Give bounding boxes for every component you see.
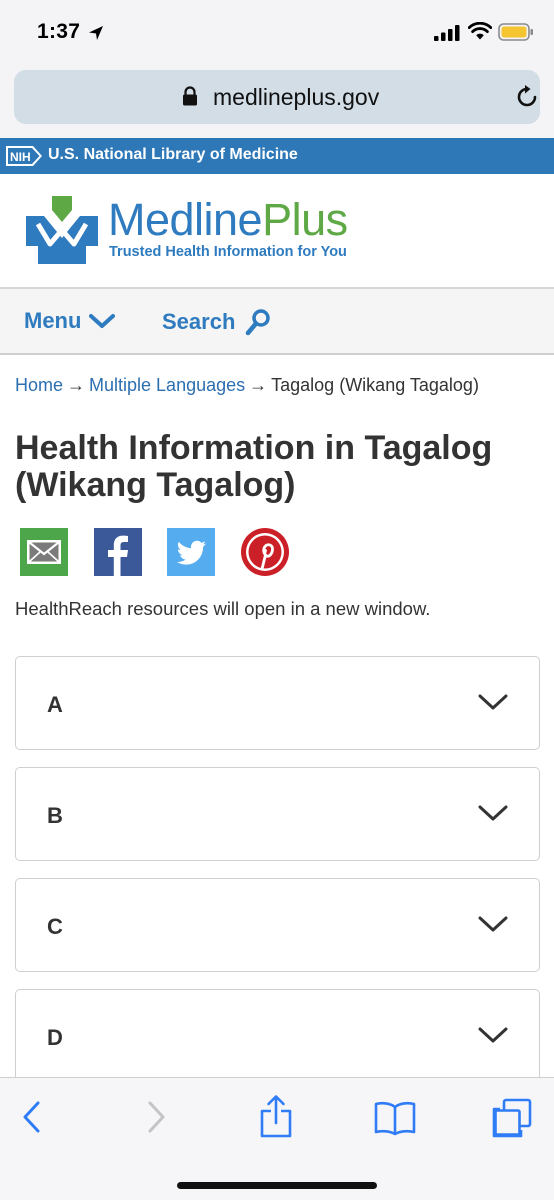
site-name-medline: Medline xyxy=(108,194,263,245)
status-bar: 1:37 xyxy=(0,0,554,64)
status-time: 1:37 xyxy=(37,20,81,43)
chevron-down-icon xyxy=(478,916,508,932)
breadcrumb-separator: → xyxy=(67,375,86,395)
lock-icon xyxy=(183,86,197,106)
url-text: medlineplus.gov xyxy=(213,84,380,110)
breadcrumb-multiple-languages[interactable]: Multiple Languages xyxy=(89,375,245,395)
chevron-down-icon xyxy=(478,805,508,821)
breadcrumb-separator: → xyxy=(249,375,268,395)
medlineplus-logo-icon[interactable] xyxy=(24,194,100,266)
home-indicator[interactable] xyxy=(177,1182,377,1189)
accordion-label: A xyxy=(47,692,63,717)
breadcrumb-home[interactable]: Home xyxy=(15,375,63,395)
breadcrumb: Home → Multiple Languages → Tagalog (Wikang … xyxy=(15,375,479,396)
accordion-item-a[interactable]: A xyxy=(15,656,540,750)
accordion-item-c[interactable]: C xyxy=(15,878,540,972)
site-tagline: Trusted Health Information for You xyxy=(109,244,347,260)
bookmarks-icon[interactable] xyxy=(374,1100,416,1136)
accordion-label: D xyxy=(47,1025,63,1050)
site-header: MedlinePlus Trusted Health Information f… xyxy=(0,174,554,289)
accordion-label: B xyxy=(47,803,63,828)
signal-icon xyxy=(434,25,460,41)
page-title: Health Information in Tagalog (Wikang Ta… xyxy=(15,429,493,504)
accordion-item-b[interactable]: B xyxy=(15,767,540,861)
battery-icon xyxy=(498,23,533,41)
email-icon[interactable] xyxy=(20,528,68,576)
tabs-icon[interactable] xyxy=(492,1098,532,1138)
site-name[interactable]: MedlinePlus xyxy=(108,194,348,246)
search-icon xyxy=(246,309,271,336)
healthreach-notice: HealthReach resources will open in a new… xyxy=(15,598,431,619)
facebook-icon[interactable] xyxy=(94,528,142,576)
menu-button[interactable]: Menu xyxy=(24,308,116,334)
address-bar[interactable]: medlineplus.gov xyxy=(14,70,540,124)
menu-label: Menu xyxy=(24,308,82,333)
accordion-item-d[interactable]: D xyxy=(15,989,540,1083)
svg-text:NIH: NIH xyxy=(10,150,31,164)
browser-chrome: medlineplus.gov xyxy=(0,64,554,138)
nih-banner[interactable]: NIH U.S. National Library of Medicine xyxy=(0,138,554,174)
search-label: Search xyxy=(162,309,236,334)
nih-logo-icon: NIH xyxy=(6,146,42,166)
twitter-icon[interactable] xyxy=(167,528,215,576)
reload-icon[interactable] xyxy=(514,84,540,110)
wifi-icon xyxy=(468,22,492,40)
chevron-down-icon xyxy=(89,314,116,328)
back-icon[interactable] xyxy=(20,1100,44,1134)
location-arrow-icon xyxy=(89,26,103,40)
accordion-label: C xyxy=(47,914,63,939)
chevron-down-icon xyxy=(478,1027,508,1043)
site-name-plus: Plus xyxy=(262,194,348,245)
nav-bar: Menu Search xyxy=(0,289,554,355)
search-button[interactable]: Search xyxy=(162,308,271,336)
chevron-down-icon xyxy=(478,694,508,710)
forward-icon[interactable] xyxy=(144,1100,168,1134)
nih-title: U.S. National Library of Medicine xyxy=(48,146,298,163)
pinterest-icon[interactable] xyxy=(241,528,289,576)
share-icon[interactable] xyxy=(258,1094,294,1138)
breadcrumb-current: Tagalog (Wikang Tagalog) xyxy=(271,375,479,395)
browser-toolbar xyxy=(0,1077,554,1200)
